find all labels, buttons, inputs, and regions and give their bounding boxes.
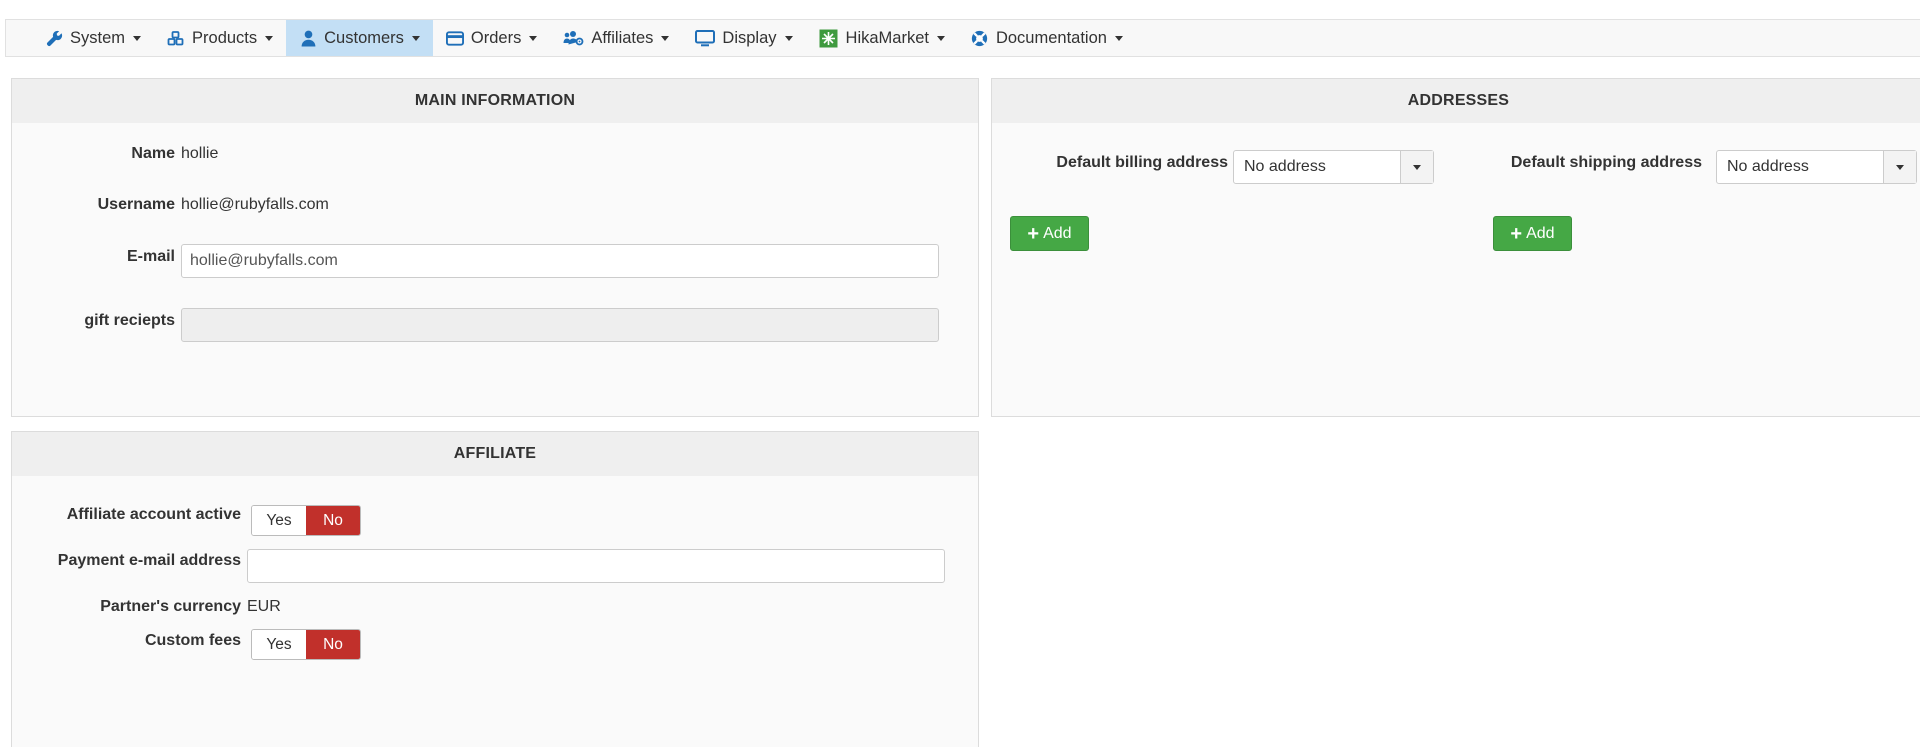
monitor-icon [695, 29, 716, 47]
billing-address-select[interactable]: No address [1233, 150, 1434, 184]
chevron-down-icon [1896, 164, 1904, 170]
email-label: E-mail [126, 248, 175, 265]
menu-hikamarket[interactable]: HikaMarket [806, 20, 958, 56]
affiliate-panel: AFFILIATE Affiliate account active Yes N… [11, 431, 979, 747]
payment-email-label: Payment e-mail address [57, 552, 241, 569]
affiliate-active-toggle[interactable]: Yes No [251, 505, 361, 536]
shipping-address-value: No address [1727, 158, 1809, 175]
affiliate-active-no[interactable]: No [306, 506, 360, 535]
add-shipping-label: Add [1526, 224, 1555, 242]
shipping-address-label: Default shipping address [1510, 154, 1702, 171]
add-billing-address-button[interactable]: + Add [1010, 216, 1089, 251]
menu-display[interactable]: Display [682, 20, 805, 56]
gift-receipts-field[interactable] [181, 308, 939, 342]
billing-address-label: Default billing address [1056, 154, 1228, 171]
name-value: hollie [181, 145, 219, 162]
custom-fees-yes[interactable]: Yes [252, 630, 306, 659]
payment-email-field[interactable] [247, 549, 945, 583]
chevron-down-icon [411, 35, 420, 41]
chevron-down-icon [529, 35, 538, 41]
shipping-address-select[interactable]: No address [1716, 150, 1917, 184]
plus-icon: + [1027, 222, 1040, 245]
users-cog-icon [563, 29, 584, 47]
chevron-down-icon [265, 35, 274, 41]
chevron-down-icon [133, 35, 142, 41]
menu-system[interactable]: System [32, 20, 154, 56]
menu-orders-label: Orders [470, 28, 522, 47]
menu-affiliates[interactable]: Affiliates [550, 20, 682, 56]
menu-documentation-label: Documentation [995, 28, 1107, 47]
username-label: Username [97, 196, 175, 213]
main-information-panel: MAIN INFORMATION Name hollie Username ho… [11, 78, 979, 417]
top-menu-bar: System Products Customers Orders Affilia… [5, 19, 1920, 57]
gift-receipts-label: gift reciepts [84, 312, 175, 329]
email-field[interactable]: hollie@rubyfalls.com [181, 244, 939, 278]
credit-card-icon [445, 29, 464, 47]
chevron-down-icon [784, 35, 793, 41]
menu-affiliates-label: Affiliates [591, 28, 654, 47]
billing-dropdown-toggle[interactable] [1400, 151, 1433, 183]
lifebuoy-icon [971, 29, 989, 47]
wrench-icon [45, 29, 63, 47]
name-label: Name [131, 145, 175, 162]
partner-currency-value: EUR [247, 598, 281, 615]
hikamarket-icon [819, 29, 839, 47]
affiliate-active-label: Affiliate account active [66, 506, 241, 523]
menu-customers[interactable]: Customers [286, 20, 433, 56]
add-billing-label: Add [1043, 224, 1072, 242]
add-shipping-address-button[interactable]: + Add [1493, 216, 1572, 251]
chevron-down-icon [1114, 35, 1123, 41]
shipping-dropdown-toggle[interactable] [1883, 151, 1916, 183]
menu-display-label: Display [722, 28, 777, 47]
partner-currency-label: Partner's currency [100, 598, 241, 615]
menu-documentation[interactable]: Documentation [958, 20, 1136, 56]
plus-icon: + [1510, 222, 1523, 245]
affiliate-active-yes[interactable]: Yes [252, 506, 306, 535]
chevron-down-icon [661, 35, 670, 41]
addresses-title: ADDRESSES [992, 79, 1920, 123]
menu-products-label: Products [192, 28, 258, 47]
menu-orders[interactable]: Orders [433, 20, 550, 56]
custom-fees-label: Custom fees [144, 632, 241, 649]
main-information-title: MAIN INFORMATION [12, 79, 978, 123]
cubes-icon [167, 29, 185, 47]
menu-system-label: System [70, 28, 126, 47]
affiliate-title: AFFILIATE [12, 432, 978, 476]
custom-fees-toggle[interactable]: Yes No [251, 629, 361, 660]
billing-address-value: No address [1244, 158, 1326, 175]
custom-fees-no[interactable]: No [306, 630, 360, 659]
menu-hikamarket-label: HikaMarket [845, 28, 929, 47]
menu-customers-label: Customers [324, 28, 404, 47]
addresses-panel: ADDRESSES Default billing address No add… [991, 78, 1920, 417]
menu-products[interactable]: Products [154, 20, 286, 56]
chevron-down-icon [1413, 164, 1421, 170]
user-icon [299, 29, 317, 47]
chevron-down-icon [936, 35, 945, 41]
username-value: hollie@rubyfalls.com [181, 196, 329, 213]
